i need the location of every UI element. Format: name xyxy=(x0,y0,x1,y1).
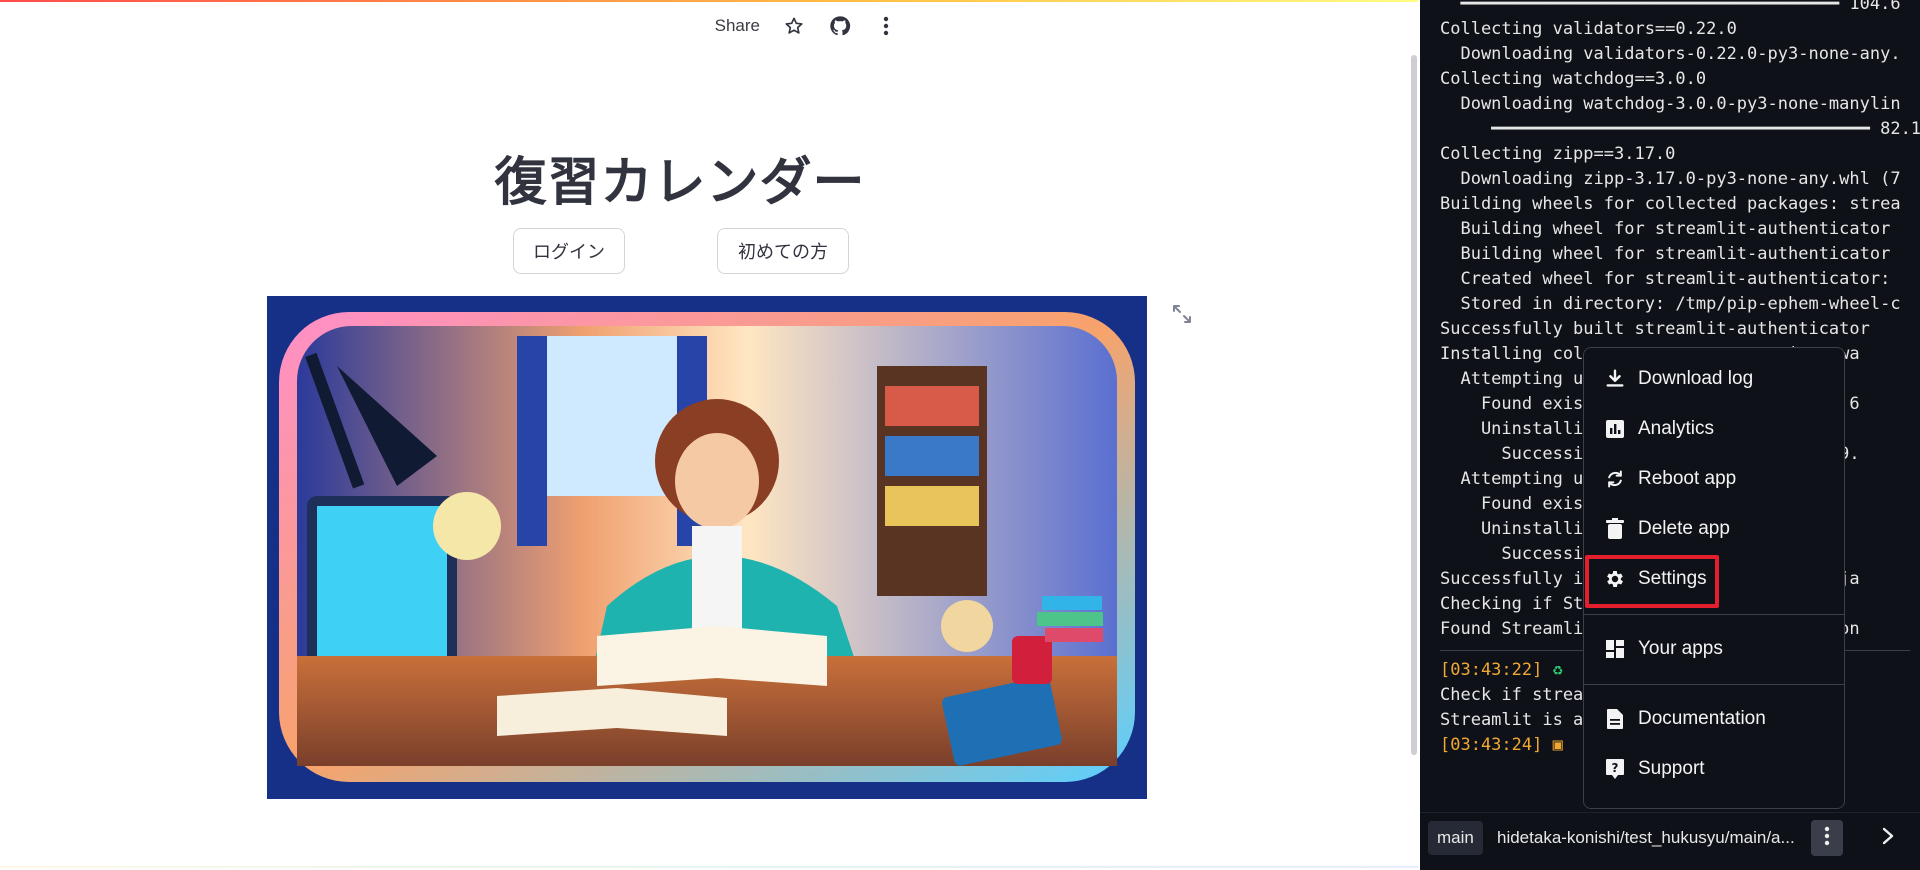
hero-illustration xyxy=(267,296,1147,799)
analytics-icon xyxy=(1602,416,1628,442)
more-vert-icon xyxy=(1824,826,1830,850)
manage-menu-button[interactable] xyxy=(1811,820,1843,856)
page-title: 復習カレンダー xyxy=(494,153,866,213)
terminal-line: ━━━━━━━━━━━━━━━━━━━━━━━━━━━━━━━━━━━━━ 10… xyxy=(1440,0,1901,14)
top-decoration-bar xyxy=(0,0,1418,2)
menu-item-label: Support xyxy=(1638,758,1705,779)
menu-item-label: Delete app xyxy=(1638,518,1730,539)
settings-highlight-box xyxy=(1585,555,1719,608)
repo-path[interactable]: hidetaka-konishi/test_hukusyu/main/a... xyxy=(1497,821,1795,855)
terminal-line: Created wheel for streamlit-authenticato… xyxy=(1440,269,1891,289)
scrollbar[interactable] xyxy=(1411,55,1417,755)
menu-item-your-apps[interactable]: Your apps xyxy=(1584,626,1844,672)
bottom-decoration-line xyxy=(0,866,1418,868)
reboot-icon xyxy=(1602,466,1628,492)
timestamp: [03:43:22] xyxy=(1440,660,1543,680)
dashboard-icon xyxy=(1602,636,1628,662)
log-text: Check if strea xyxy=(1440,685,1584,705)
terminal-line: Stored in directory: /tmp/pip-ephem-whee… xyxy=(1440,294,1901,314)
branch-badge: main xyxy=(1428,821,1483,855)
fullscreen-expand-icon[interactable] xyxy=(1171,303,1193,325)
star-icon[interactable] xyxy=(782,14,806,38)
app-toolbar: Share xyxy=(715,14,898,38)
document-icon xyxy=(1602,706,1628,732)
more-vert-icon[interactable] xyxy=(874,14,898,38)
terminal-line: Successfully built streamlit-authenticat… xyxy=(1440,319,1870,339)
menu-divider xyxy=(1584,684,1844,685)
terminal-line: Collecting watchdog==3.0.0 xyxy=(1440,69,1707,89)
collapse-panel-button[interactable] xyxy=(1873,822,1903,854)
share-button[interactable]: Share xyxy=(715,16,760,36)
timestamp: [03:43:24] xyxy=(1440,735,1543,755)
terminal-line: Building wheel for streamlit-authenticat… xyxy=(1440,244,1891,264)
terminal-line: Downloading watchdog-3.0.0-py3-none-many… xyxy=(1440,94,1901,114)
menu-item-documentation[interactable]: Documentation xyxy=(1584,696,1844,742)
terminal-line: ━━━━━━━━━━━━━━━━━━━━━━━━━━━━━━━━━━━━━ 82… xyxy=(1440,119,1920,139)
menu-item-delete-app[interactable]: Delete app xyxy=(1584,506,1844,552)
terminal-line: Collecting validators==0.22.0 xyxy=(1440,19,1737,39)
log-text: Streamlit is a xyxy=(1440,710,1584,730)
github-icon[interactable] xyxy=(828,14,852,38)
terminal-line: Building wheels for collected packages: … xyxy=(1440,194,1901,214)
download-icon xyxy=(1602,366,1628,392)
trash-icon xyxy=(1602,516,1628,542)
menu-item-reboot-app[interactable]: Reboot app xyxy=(1584,456,1844,502)
terminal-line: Downloading validators-0.22.0-py3-none-a… xyxy=(1440,44,1901,64)
chevron-right-icon xyxy=(1881,826,1895,850)
login-button[interactable]: ログイン xyxy=(513,228,625,274)
terminal-line: Downloading zipp-3.17.0-py3-none-any.whl… xyxy=(1440,169,1901,189)
menu-divider xyxy=(1584,614,1844,615)
menu-item-label: Analytics xyxy=(1638,418,1715,439)
streamlit-app: Share 復習カレンダー ログイン 初めての方 xyxy=(0,0,1418,870)
menu-item-label: Download log xyxy=(1638,368,1754,389)
terminal-line: Collecting zipp==3.17.0 xyxy=(1440,144,1676,164)
menu-item-label: Documentation xyxy=(1638,708,1766,729)
menu-item-analytics[interactable]: Analytics xyxy=(1584,406,1844,452)
menu-item-support[interactable]: ? Support xyxy=(1584,746,1844,792)
package-icon: ▣ xyxy=(1552,735,1563,755)
check-icon: ♻ xyxy=(1552,660,1563,680)
first-time-button[interactable]: 初めての方 xyxy=(717,228,849,274)
menu-item-label: Reboot app xyxy=(1638,468,1737,489)
terminal-line: Building wheel for streamlit-authenticat… xyxy=(1440,219,1891,239)
menu-item-label: Your apps xyxy=(1638,638,1723,659)
svg-text:?: ? xyxy=(1612,761,1619,775)
help-icon: ? xyxy=(1602,756,1628,782)
menu-item-download-log[interactable]: Download log xyxy=(1584,356,1844,402)
